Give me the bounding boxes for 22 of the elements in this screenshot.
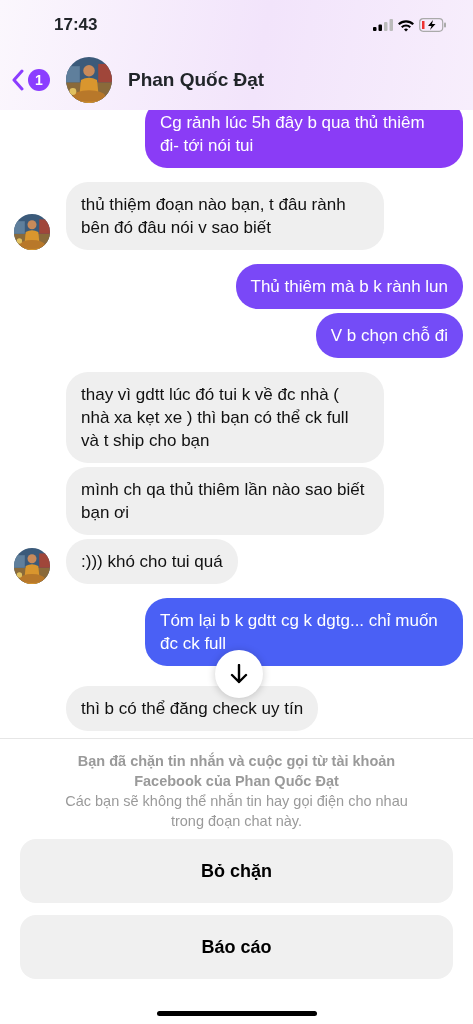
back-chevron-icon bbox=[12, 69, 24, 91]
sent-message: V b chọn chỗ đi bbox=[315, 313, 463, 358]
blocked-notice: Bạn đã chặn tin nhắn và cuộc gọi từ tài khoản Facebook của Phan Quốc Đạt bbox=[76, 751, 397, 791]
unread-count-badge: 1 bbox=[28, 69, 50, 91]
unblock-button[interactable]: Bỏ chặn bbox=[20, 839, 453, 903]
battery-charging-icon bbox=[419, 18, 447, 32]
wifi-icon bbox=[397, 18, 415, 32]
received-message: thay vì gdtt lúc đó tui k về đc nhà ( nhà xa kẹt xe ) thì bạn có thể ck full và t ship cho bạn bbox=[66, 372, 384, 463]
status-time: 17:43 bbox=[54, 14, 98, 37]
report-button[interactable]: Báo cáo bbox=[20, 915, 453, 979]
received-message: mình ch qa thủ thiêm lần nào sao biết bạn ơi bbox=[66, 467, 384, 535]
received-message: :))) khó cho tui quá bbox=[66, 539, 238, 584]
blocked-detail: Các bạn sẽ không thể nhắn tin hay gọi điện cho nhau trong đoạn chat này. bbox=[64, 792, 409, 831]
contact-name[interactable]: Phan Quốc Đạt bbox=[128, 65, 265, 95]
received-message: thủ thiệm đoạn nào bạn, t đâu rành bên đó đâu nói v sao biết bbox=[66, 182, 384, 250]
down-arrow-icon bbox=[229, 664, 248, 684]
back-button[interactable] bbox=[12, 69, 24, 91]
received-message: thì b có thể đăng check uy tín bbox=[66, 686, 319, 731]
sent-message: Cg rảnh lúc 5h đây b qua thủ thiêm đi- tới nói tui bbox=[145, 110, 463, 168]
sent-message: Tóm lại b k gdtt cg k dgtg... chỉ muốn đc ck full bbox=[145, 598, 463, 666]
sent-message: Thủ thiêm mà b k rành lun bbox=[235, 264, 463, 309]
signal-icon bbox=[373, 19, 393, 31]
